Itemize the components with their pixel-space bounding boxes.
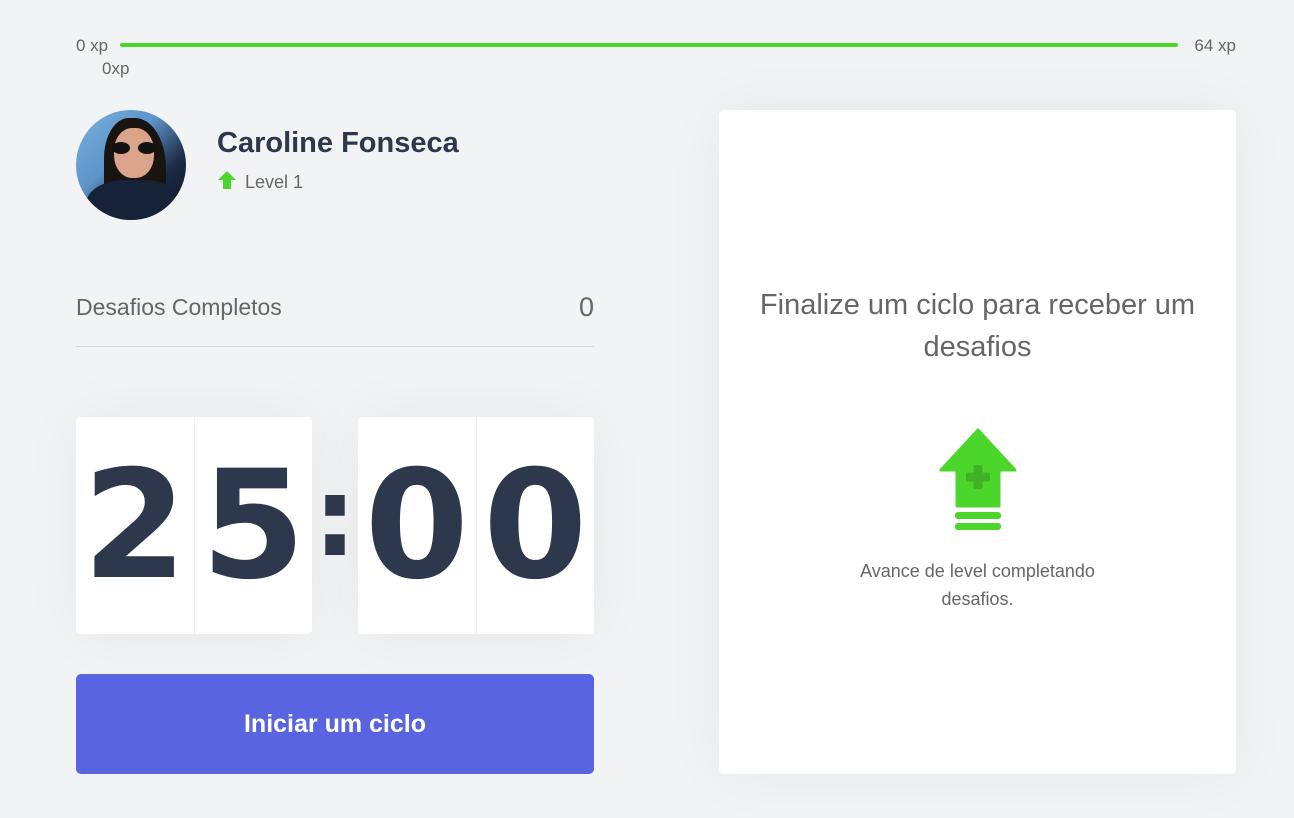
- countdown-minutes: 2 5: [76, 417, 312, 634]
- second-digit-left: 0: [358, 417, 477, 634]
- completed-challenges-label: Desafios Completos: [76, 294, 282, 320]
- second-digit-right: 0: [483, 438, 588, 613]
- completed-challenges: Desafios Completos 0: [76, 288, 594, 347]
- challenge-box: Finalize um ciclo para receber um desafi…: [719, 110, 1236, 774]
- challenge-box-title: Finalize um ciclo para receber um desafi…: [759, 289, 1196, 363]
- xp-current-label: 0xp: [102, 59, 130, 78]
- countdown: 2 5 : 0 0: [76, 417, 594, 634]
- avatar: [76, 110, 186, 220]
- level-up-arrow-icon: [217, 170, 237, 195]
- countdown-seconds: 0 0: [358, 417, 594, 634]
- xp-min-label: 0 xp: [76, 36, 109, 55]
- minute-digit-right: 5: [201, 438, 306, 613]
- minute-digit-left: 2: [76, 417, 195, 634]
- experience-bar: 0 xp 64 xp: [76, 34, 1236, 58]
- completed-challenges-count: 0: [578, 292, 594, 322]
- user-name: Caroline Fonseca: [217, 127, 459, 159]
- start-cycle-button[interactable]: Iniciar um ciclo: [76, 674, 594, 774]
- level-label: Level 1: [245, 172, 304, 192]
- xp-max-label: 64 xp: [1194, 36, 1236, 55]
- level-up-icon: [939, 428, 1017, 537]
- xp-progress-fill: [120, 43, 1178, 47]
- challenge-box-description: Avance de level completando desafios.: [860, 561, 1095, 609]
- profile: Caroline Fonseca Level 1: [76, 110, 459, 220]
- countdown-separator: :: [313, 452, 357, 581]
- xp-track: [120, 43, 1178, 47]
